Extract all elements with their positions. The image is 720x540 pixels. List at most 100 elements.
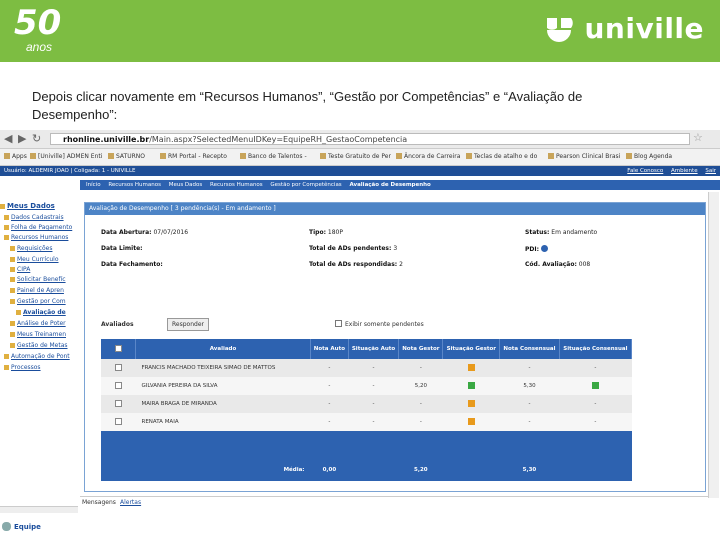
menu-gestao-competencias[interactable]: Gestão por Competências [270,182,341,188]
bookmark-item[interactable]: [Univille] ADMEN Enti [30,153,102,160]
situacao-auto: - [348,413,399,431]
avaliado-name[interactable]: FRANCIS MACHADO TEIXEIRA SIMAO DE MATTOS [135,359,311,377]
bottom-tabs: Mensagens Alertas [80,496,710,509]
tree-item[interactable]: Meu Currículo [10,256,88,263]
univille-mark-icon [546,17,573,42]
bookmark-item[interactable]: Teclas de atalho e do [466,153,537,160]
tree-item[interactable]: Dados Cadastrais [4,214,82,221]
pdi: PDI: [525,245,548,253]
media-consensual: 5,30 [499,459,560,481]
nota-auto: - [310,359,349,377]
avaliado-name[interactable]: MAIRA BRAGA DE MIRANDA [135,395,311,413]
select-all-header[interactable] [101,339,136,359]
table-row: RENATA MAIA - - - - - [101,413,632,431]
tab-alertas[interactable]: Alertas [120,499,141,506]
anniversary-logo: 50 anos [14,6,61,54]
avaliado-name[interactable]: RENATA MAIA [135,413,311,431]
situacao-consensual: - [559,359,632,377]
row-checkbox [114,417,122,425]
tab-mensagens[interactable]: Mensagens [82,499,116,506]
situacao-gestor[interactable] [442,395,500,413]
ambiente-link[interactable]: Ambiente [671,168,698,174]
menu-recursos-humanos[interactable]: Recursos Humanos [108,182,161,188]
evaluation-panel: Avaliação de Desempenho [ 3 pendência(s)… [84,202,706,492]
bookmark-item[interactable]: Âncora de Carreira [396,153,460,160]
bookmark-item[interactable]: SATURNO [108,153,145,160]
nota-auto: - [310,413,349,431]
tree-item[interactable]: Gestão por Com [10,298,88,305]
edit-pending-icon [467,363,475,371]
url-field[interactable]: rhonline.univille.br/Main.aspx?SelectedM… [50,133,690,145]
tree-item-avaliacao[interactable]: Avaliação de [16,309,94,316]
sidebar-scrollbar[interactable] [0,506,78,513]
responder-button[interactable]: Responder [167,318,209,331]
table-row: GILVANIA PEREIRA DA SILVA - - 5,20 5,30 [101,377,632,395]
situacao-gestor[interactable] [442,413,500,431]
situacao-auto: - [348,377,399,395]
situacao-auto: - [348,359,399,377]
somente-pendentes-checkbox[interactable]: Exibir somente pendentes [335,320,424,328]
bookmark-item[interactable]: Apps [4,153,27,160]
system-bar: Usuário: ALDEMIR JOAO | Coligada: 1 - UN… [0,166,720,176]
tree-item[interactable]: Folha de Pagamento [4,224,82,231]
slide-caption: Depois clicar novamente em “Recursos Hum… [32,89,583,122]
menu-meus-dados[interactable]: Meus Dados [169,182,203,188]
tree-item[interactable]: Processos [4,364,82,371]
tree-item[interactable]: Requisições [10,245,88,252]
tree-item[interactable]: Gestão de Metas [10,342,88,349]
tree-item[interactable]: Automação de Pont [4,353,82,360]
bookmark-item[interactable]: Blog Agenda [626,153,672,160]
panel-title: Avaliação de Desempenho [ 3 pendência(s)… [85,203,705,215]
bookmark-star-icon[interactable]: ☆ [693,131,703,144]
nota-auto: - [310,377,349,395]
tree-item[interactable]: Análise de Poter [10,320,88,327]
main-scrollbar[interactable] [708,192,719,498]
cod-avaliacao: Cód. Avaliação: 008 [525,261,591,268]
col-nota-auto: Nota Auto [310,339,349,359]
bookmark-item[interactable]: Pearson Clinical Brasi [548,153,620,160]
bookmark-item[interactable]: RM Portal - Recepto [160,153,227,160]
tree-item[interactable]: Meus Treinamen [10,331,88,338]
situacao-auto: - [348,395,399,413]
col-avaliado: Avaliado [135,339,311,359]
reload-icon[interactable]: ↻ [32,132,41,145]
forward-icon[interactable]: ▶ [18,132,26,145]
avaliados-label: Avaliados [101,321,134,328]
slide-banner: 50 anos univille [0,0,720,62]
nota-consensual: - [499,359,560,377]
fale-conosco-link[interactable]: Fale Conosco [627,168,663,174]
sidebar-tree: Meus Dados Dados Cadastrais Folha de Pag… [0,190,78,500]
nota-gestor: 5,20 [398,377,443,395]
situacao-consensual: - [559,413,632,431]
col-situacao-consensual: Situação Consensual [559,339,633,359]
table-row: FRANCIS MACHADO TEIXEIRA SIMAO DE MATTOS… [101,359,632,377]
menu-inicio[interactable]: Início [86,182,101,188]
situacao-consensual[interactable] [559,377,632,395]
select-all-checkbox [114,344,122,352]
bookmark-item[interactable]: Banco de Talentos - [240,153,307,160]
tree-item[interactable]: Painel de Apren [10,287,88,294]
edit-pending-icon [467,399,475,407]
situacao-gestor[interactable] [442,359,500,377]
tree-title[interactable]: Meus Dados [0,202,78,210]
evaluation-table: Avaliado Nota Auto Situação Auto Nota Ge… [101,339,633,481]
table-spacer [101,431,632,445]
equipe-section[interactable]: Equipe [2,522,41,531]
tree-item[interactable]: CIPA [10,266,88,273]
media-gestor: 5,20 [398,459,443,481]
nota-consensual: - [499,413,560,431]
media-auto: 0,00 [310,459,349,481]
tree-item[interactable]: Recursos Humanos [4,234,82,241]
back-icon[interactable]: ◀ [4,132,12,145]
row-checkbox [114,363,122,371]
bookmark-item[interactable]: Teste Gratuito de Per [320,153,391,160]
total-pendentes: Total de ADs pendentes: 3 [309,245,398,252]
sair-link[interactable]: Sair [705,168,716,174]
pdi-info-icon[interactable] [540,245,548,252]
menu-recursos-humanos-2[interactable]: Recursos Humanos [210,182,263,188]
data-fechamento: Data Fechamento: [101,261,163,268]
completed-icon [467,381,475,389]
situacao-gestor[interactable] [442,377,500,395]
tree-item[interactable]: Solicitar Benefíc [10,276,88,283]
avaliado-name[interactable]: GILVANIA PEREIRA DA SILVA [135,377,311,395]
